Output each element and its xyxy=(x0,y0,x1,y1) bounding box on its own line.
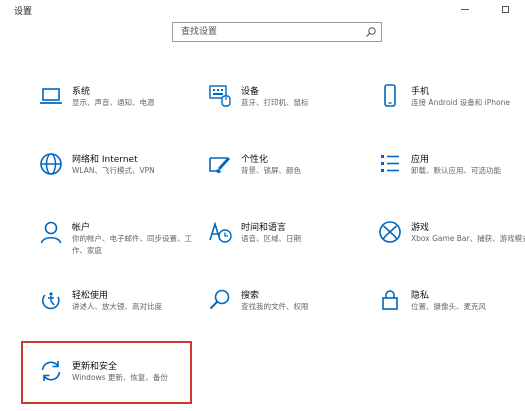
tile-apps[interactable]: 应用 卸载、默认应用、可选功能 xyxy=(377,151,525,201)
tile-phone[interactable]: 手机 连接 Android 设备和 iPhone xyxy=(377,83,525,133)
tile-name: 更新和安全 xyxy=(72,362,118,372)
window-title: 设置 xyxy=(14,7,33,17)
globe-icon xyxy=(38,151,64,177)
phone-icon xyxy=(377,83,403,109)
person-icon xyxy=(38,219,64,245)
minimize-icon xyxy=(461,8,469,10)
tile-description: 蓝牙、打印机、鼠标 xyxy=(241,98,309,107)
tile-name: 个性化 xyxy=(241,155,269,165)
tile-description: 语音、区域、日期 xyxy=(241,234,301,243)
apps-list-icon xyxy=(377,151,403,177)
tile-system[interactable]: 系统 显示、声音、通知、电源 xyxy=(38,83,198,133)
tile-description: 位置、摄像头、麦克风 xyxy=(411,302,486,311)
tile-description: 背景、锁屏、颜色 xyxy=(241,166,301,175)
tile-name: 应用 xyxy=(411,155,430,165)
tile-name: 游戏 xyxy=(411,223,430,233)
tile-description: WLAN、飞行模式、VPN xyxy=(72,166,155,175)
tile-name: 轻松使用 xyxy=(72,291,109,301)
tile-accounts[interactable]: 帐户 你的帐户、电子邮件、同步设置、工作、家庭 xyxy=(38,219,198,269)
search-icon[interactable] xyxy=(365,26,377,38)
time-language-icon xyxy=(207,219,233,245)
tile-name: 网络和 Internet xyxy=(72,155,138,165)
keyboard-devices-icon xyxy=(207,83,233,109)
search-icon xyxy=(207,287,233,313)
tile-description: 卸载、默认应用、可选功能 xyxy=(411,166,501,175)
tile-name: 系统 xyxy=(72,87,91,97)
settings-window: 设置 系统 显示、声音、通知、电源 设备 蓝牙、打印机、鼠标 xyxy=(0,0,525,411)
tile-name: 搜索 xyxy=(241,291,260,301)
tile-name: 帐户 xyxy=(72,223,91,233)
tile-devices[interactable]: 设备 蓝牙、打印机、鼠标 xyxy=(207,83,367,133)
tile-name: 手机 xyxy=(411,87,430,97)
tile-personalization[interactable]: 个性化 背景、锁屏、颜色 xyxy=(207,151,367,201)
tile-name: 时间和语言 xyxy=(241,223,287,233)
maximize-icon xyxy=(501,5,509,13)
tile-network[interactable]: 网络和 Internet WLAN、飞行模式、VPN xyxy=(38,151,198,201)
tile-description: Windows 更新、恢复、备份 xyxy=(72,373,168,382)
tile-description: 连接 Android 设备和 iPhone xyxy=(411,98,510,107)
tile-privacy[interactable]: 隐私 位置、摄像头、麦克风 xyxy=(377,287,525,337)
sync-icon xyxy=(38,358,64,384)
ease-of-access-icon xyxy=(38,287,64,313)
minimize-button[interactable] xyxy=(453,0,477,18)
tile-update-security[interactable]: 更新和安全 Windows 更新、恢复、备份 xyxy=(38,358,198,408)
title-bar: 设置 xyxy=(0,0,525,18)
maximize-button[interactable] xyxy=(493,0,517,18)
tile-ease-of-access[interactable]: 轻松使用 讲述人、放大镜、高对比度 xyxy=(38,287,198,337)
tile-description: Xbox Game Bar、捕获、游戏模式 xyxy=(411,234,525,243)
xbox-icon xyxy=(377,219,403,245)
tile-description: 讲述人、放大镜、高对比度 xyxy=(72,302,162,311)
tile-time-language[interactable]: 时间和语言 语音、区域、日期 xyxy=(207,219,367,269)
search-input[interactable] xyxy=(173,23,359,41)
tile-gaming[interactable]: 游戏 Xbox Game Bar、捕获、游戏模式 xyxy=(377,219,525,269)
tile-name: 设备 xyxy=(241,87,260,97)
tile-description: 你的帐户、电子邮件、同步设置、工作、家庭 xyxy=(72,234,192,255)
paintbrush-icon xyxy=(207,151,233,177)
tile-search[interactable]: 搜索 查找我的文件、权限 xyxy=(207,287,367,337)
lock-icon xyxy=(377,287,403,313)
laptop-icon xyxy=(38,83,64,109)
tile-name: 隐私 xyxy=(411,291,430,301)
search-box[interactable] xyxy=(172,22,382,42)
tile-description: 查找我的文件、权限 xyxy=(241,302,309,311)
tile-description: 显示、声音、通知、电源 xyxy=(72,98,155,107)
